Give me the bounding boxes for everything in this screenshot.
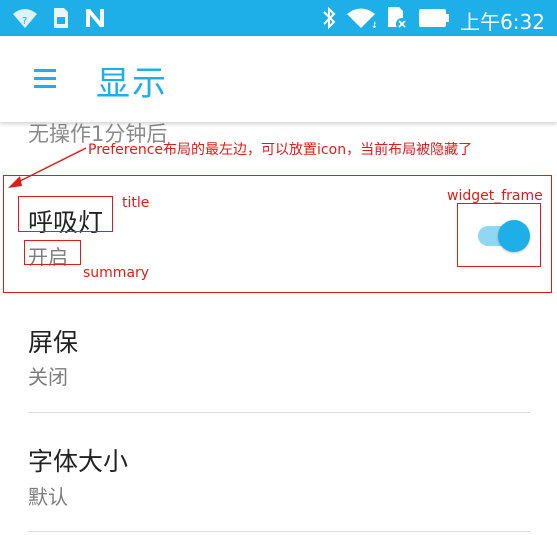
annotation-title-label: title: [122, 195, 150, 211]
divider: [28, 531, 530, 532]
bluetooth-icon: [322, 6, 336, 34]
annotation-summary-box: [24, 240, 81, 265]
svg-text:?: ?: [22, 16, 27, 27]
annotation-widget-label: widget_frame: [447, 188, 543, 204]
wifi-question-icon: ?: [12, 7, 38, 33]
annotation-icon-note: Preference布局的最左边，可以放置icon，当前布局被隐藏了: [88, 142, 473, 158]
switch-thumb: [498, 220, 530, 252]
app-bar: 显示: [0, 36, 557, 122]
hamburger-menu-icon[interactable]: [34, 69, 56, 89]
preference-title: 屏保: [28, 328, 79, 357]
preference-summary: 关闭: [28, 365, 68, 389]
n-logo-icon: [84, 7, 106, 33]
status-bar: ? ⇵ 上午6:32: [0, 0, 557, 36]
status-time: 上午6:32: [460, 9, 545, 34]
battery-icon: [418, 8, 450, 32]
wifi-icon: ⇵: [346, 7, 380, 33]
divider: [28, 412, 530, 413]
page-title: 显示: [96, 64, 168, 104]
preference-title: 字体大小: [28, 447, 129, 476]
svg-text:⇵: ⇵: [372, 21, 376, 29]
annotation-title-box: [18, 196, 113, 232]
preference-row-screensaver[interactable]: [0, 300, 557, 412]
annotation-summary-label: summary: [83, 265, 150, 281]
sd-card-icon: [386, 5, 409, 35]
sim-card-icon: [52, 6, 70, 34]
preference-summary: 默认: [28, 485, 68, 509]
breathing-light-switch[interactable]: [476, 219, 530, 253]
